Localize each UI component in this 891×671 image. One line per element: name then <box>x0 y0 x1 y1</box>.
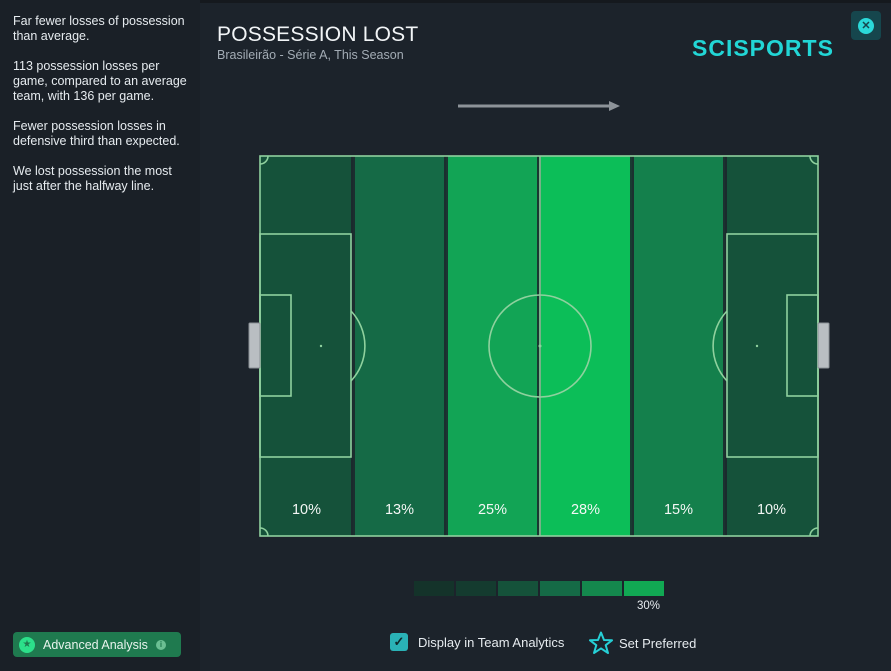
insight-text: Fewer possession losses in defensive thi… <box>13 119 180 148</box>
zone-percentage-label: 13% <box>385 502 414 518</box>
zone-percentage-label: 15% <box>664 502 693 518</box>
right-penalty-spot <box>755 344 759 348</box>
insights-list: Far fewer losses of possession than aver… <box>13 14 193 209</box>
pitch-map: 10% 13% 25% 28% 15% 10% <box>259 155 819 537</box>
left-goal <box>248 322 261 369</box>
page-title: POSSESSION LOST <box>217 23 419 46</box>
set-preferred-label: Set Preferred <box>619 635 697 651</box>
center-spot <box>538 344 542 348</box>
legend-swatch <box>624 581 664 596</box>
advanced-analysis-button[interactable]: ★ Advanced Analysis i <box>13 632 181 657</box>
insights-sidebar: Far fewer losses of possession than aver… <box>0 0 200 671</box>
legend-swatch <box>540 581 580 596</box>
display-in-team-analytics-label: Display in Team Analytics <box>418 634 565 650</box>
zone-percentage-label: 10% <box>292 502 321 518</box>
close-button[interactable]: ✕ <box>851 11 881 40</box>
legend-swatch <box>582 581 622 596</box>
set-preferred-button[interactable]: Set Preferred <box>589 631 696 655</box>
zone-percentage-label: 10% <box>757 502 786 518</box>
page-subtitle: Brasileirão - Série A, This Season <box>217 48 404 62</box>
pitch-zone <box>446 156 539 536</box>
pitch-zone <box>725 156 818 536</box>
zone-percentage-label: 28% <box>571 502 600 518</box>
star-icon: ★ <box>19 636 35 653</box>
scisports-logo: SCISPORTS <box>692 35 834 61</box>
pitch-zone <box>632 156 725 536</box>
pitch-zone <box>260 156 353 536</box>
legend-max-label: 30% <box>637 600 661 612</box>
zone-percentage-label: 25% <box>478 502 507 518</box>
left-penalty-spot <box>319 344 323 348</box>
display-in-team-analytics-toggle[interactable]: ✓ Display in Team Analytics <box>390 633 564 651</box>
insight-text: 113 possession losses per game, compared… <box>13 59 187 103</box>
zone-separator <box>444 156 448 536</box>
insight-text: Far fewer losses of possession than aver… <box>13 14 185 43</box>
advanced-analysis-label: Advanced Analysis <box>43 637 148 652</box>
insight-text: We lost possession the most just after t… <box>13 164 172 193</box>
checkbox-checked-icon[interactable]: ✓ <box>390 633 408 651</box>
right-arrow-icon <box>458 101 620 111</box>
info-icon[interactable]: i <box>155 639 166 650</box>
close-icon: ✕ <box>858 17 874 34</box>
zone-separator <box>630 156 634 536</box>
legend-swatch <box>414 581 454 596</box>
pitch-zone <box>353 156 446 536</box>
color-scale-legend <box>414 581 664 596</box>
legend-swatch <box>456 581 496 596</box>
legend-swatch <box>498 581 538 596</box>
pitch-zone <box>539 156 632 536</box>
right-goal <box>817 322 830 369</box>
star-outline-icon <box>589 631 613 654</box>
